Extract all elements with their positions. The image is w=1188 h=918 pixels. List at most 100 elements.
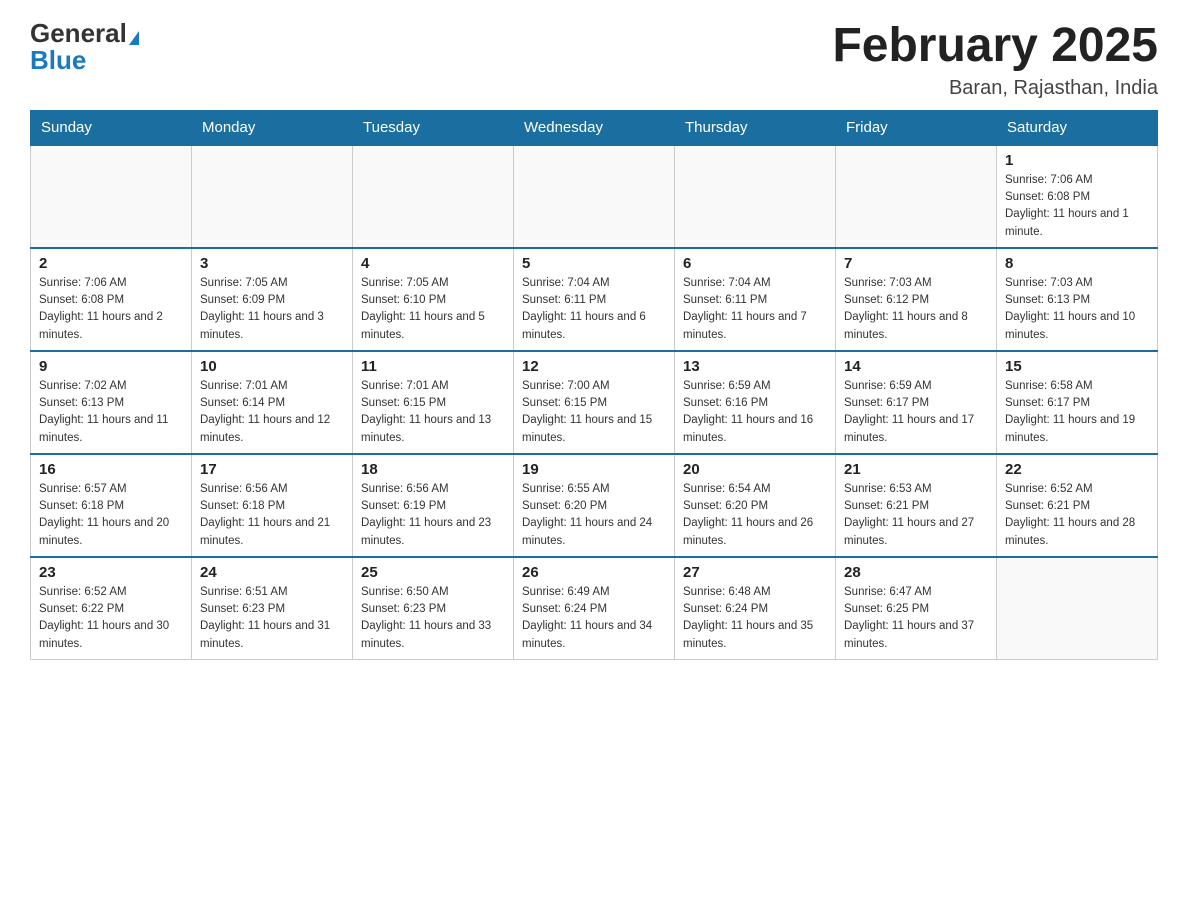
day-info: Sunrise: 6:48 AMSunset: 6:24 PMDaylight:… [683, 584, 827, 653]
calendar-cell [192, 145, 353, 248]
calendar-cell: 3Sunrise: 7:05 AMSunset: 6:09 PMDaylight… [192, 248, 353, 351]
day-number: 20 [683, 461, 827, 478]
day-number: 8 [1005, 255, 1149, 272]
weekday-header-wednesday: Wednesday [514, 110, 675, 145]
logo-top-line: General [30, 20, 139, 47]
day-number: 14 [844, 358, 988, 375]
page-header: General Blue February 2025 Baran, Rajast… [30, 20, 1158, 100]
day-info: Sunrise: 7:05 AMSunset: 6:10 PMDaylight:… [361, 275, 505, 344]
day-number: 23 [39, 564, 183, 581]
weekday-header-tuesday: Tuesday [353, 110, 514, 145]
calendar-cell: 17 Sunrise: 6:56 AMSunset: 6:18 PMDayligh… [192, 454, 353, 557]
day-info: Sunrise: 6:49 AMSunset: 6:24 PMDaylight:… [522, 584, 666, 653]
day-info: Sunrise: 7:03 AMSunset: 6:12 PMDaylight:… [844, 275, 988, 344]
calendar-cell: 7 Sunrise: 7:03 AMSunset: 6:12 PMDaylight… [836, 248, 997, 351]
day-number: 16 [39, 461, 183, 478]
weekday-header-saturday: Saturday [997, 110, 1158, 145]
day-number: 6 [683, 255, 827, 272]
day-number: 21 [844, 461, 988, 478]
weekday-header-friday: Friday [836, 110, 997, 145]
day-info: Sunrise: 7:04 AMSunset: 6:11 PMDaylight:… [683, 275, 827, 344]
week-row-3: 9Sunrise: 7:02 AMSunset: 6:13 PMDaylight… [31, 351, 1158, 454]
calendar-cell: 5Sunrise: 7:04 AMSunset: 6:11 PMDaylight… [514, 248, 675, 351]
day-info: Sunrise: 6:59 AMSunset: 6:16 PMDaylight:… [683, 378, 827, 447]
calendar-cell: 6 Sunrise: 7:04 AMSunset: 6:11 PMDaylight… [675, 248, 836, 351]
calendar-cell: 23Sunrise: 6:52 AMSunset: 6:22 PMDayligh… [31, 557, 192, 660]
day-number: 28 [844, 564, 988, 581]
calendar-cell: 27 Sunrise: 6:48 AMSunset: 6:24 PMDayligh… [675, 557, 836, 660]
day-info: Sunrise: 7:01 AMSunset: 6:14 PMDaylight:… [200, 378, 344, 447]
day-info: Sunrise: 6:50 AMSunset: 6:23 PMDaylight:… [361, 584, 505, 653]
calendar-cell: 8 Sunrise: 7:03 AMSunset: 6:13 PMDaylight… [997, 248, 1158, 351]
calendar-cell: 15 Sunrise: 6:58 AMSunset: 6:17 PMDayligh… [997, 351, 1158, 454]
day-info: Sunrise: 6:58 AMSunset: 6:17 PMDaylight:… [1005, 378, 1149, 447]
calendar-cell: 25 Sunrise: 6:50 AMSunset: 6:23 PMDayligh… [353, 557, 514, 660]
day-number: 17 [200, 461, 344, 478]
day-number: 9 [39, 358, 183, 375]
day-number: 19 [522, 461, 666, 478]
day-info: Sunrise: 6:47 AMSunset: 6:25 PMDaylight:… [844, 584, 988, 653]
calendar-cell: 20 Sunrise: 6:54 AMSunset: 6:20 PMDayligh… [675, 454, 836, 557]
day-number: 5 [522, 255, 666, 272]
calendar-cell: 12 Sunrise: 7:00 AMSunset: 6:15 PMDayligh… [514, 351, 675, 454]
calendar-cell: 9Sunrise: 7:02 AMSunset: 6:13 PMDaylight… [31, 351, 192, 454]
calendar-cell [997, 557, 1158, 660]
day-number: 15 [1005, 358, 1149, 375]
day-number: 10 [200, 358, 344, 375]
day-info: Sunrise: 7:00 AMSunset: 6:15 PMDaylight:… [522, 378, 666, 447]
day-number: 13 [683, 358, 827, 375]
day-info: Sunrise: 6:59 AMSunset: 6:17 PMDaylight:… [844, 378, 988, 447]
logo-blue-text: Blue [30, 45, 86, 75]
day-number: 22 [1005, 461, 1149, 478]
day-info: Sunrise: 7:06 AMSunset: 6:08 PMDaylight:… [1005, 172, 1149, 241]
calendar-cell: 10 Sunrise: 7:01 AMSunset: 6:14 PMDayligh… [192, 351, 353, 454]
calendar-table: SundayMondayTuesdayWednesdayThursdayFrid… [30, 110, 1158, 660]
title-block: February 2025 Baran, Rajasthan, India [832, 20, 1158, 100]
day-number: 4 [361, 255, 505, 272]
weekday-header-sunday: Sunday [31, 110, 192, 145]
day-number: 25 [361, 564, 505, 581]
weekday-header-thursday: Thursday [675, 110, 836, 145]
day-number: 3 [200, 255, 344, 272]
day-number: 18 [361, 461, 505, 478]
day-number: 26 [522, 564, 666, 581]
day-number: 1 [1005, 152, 1149, 169]
day-info: Sunrise: 7:03 AMSunset: 6:13 PMDaylight:… [1005, 275, 1149, 344]
logo: General Blue [30, 20, 139, 74]
calendar-cell: 19 Sunrise: 6:55 AMSunset: 6:20 PMDayligh… [514, 454, 675, 557]
calendar-cell: 18 Sunrise: 6:56 AMSunset: 6:19 PMDayligh… [353, 454, 514, 557]
calendar-cell: 11Sunrise: 7:01 AMSunset: 6:15 PMDayligh… [353, 351, 514, 454]
calendar-cell: 4 Sunrise: 7:05 AMSunset: 6:10 PMDaylight… [353, 248, 514, 351]
day-info: Sunrise: 6:51 AMSunset: 6:23 PMDaylight:… [200, 584, 344, 653]
calendar-cell [514, 145, 675, 248]
calendar-cell: 26 Sunrise: 6:49 AMSunset: 6:24 PMDayligh… [514, 557, 675, 660]
weekday-header-monday: Monday [192, 110, 353, 145]
calendar-cell: 14 Sunrise: 6:59 AMSunset: 6:17 PMDayligh… [836, 351, 997, 454]
day-info: Sunrise: 7:06 AMSunset: 6:08 PMDaylight:… [39, 275, 183, 344]
calendar-cell: 16 Sunrise: 6:57 AMSunset: 6:18 PMDayligh… [31, 454, 192, 557]
logo-general-text: General [30, 18, 127, 48]
weekday-header-row: SundayMondayTuesdayWednesdayThursdayFrid… [31, 110, 1158, 145]
day-info: Sunrise: 6:56 AMSunset: 6:19 PMDaylight:… [361, 481, 505, 550]
day-info: Sunrise: 6:57 AMSunset: 6:18 PMDaylight:… [39, 481, 183, 550]
calendar-cell: 13 Sunrise: 6:59 AMSunset: 6:16 PMDayligh… [675, 351, 836, 454]
week-row-5: 23Sunrise: 6:52 AMSunset: 6:22 PMDayligh… [31, 557, 1158, 660]
week-row-2: 2 Sunrise: 7:06 AMSunset: 6:08 PMDaylight… [31, 248, 1158, 351]
calendar-cell: 21 Sunrise: 6:53 AMSunset: 6:21 PMDayligh… [836, 454, 997, 557]
day-info: Sunrise: 7:01 AMSunset: 6:15 PMDaylight:… [361, 378, 505, 447]
day-info: Sunrise: 6:55 AMSunset: 6:20 PMDaylight:… [522, 481, 666, 550]
day-info: Sunrise: 6:56 AMSunset: 6:18 PMDaylight:… [200, 481, 344, 550]
calendar-title: February 2025 [832, 20, 1158, 73]
day-info: Sunrise: 6:53 AMSunset: 6:21 PMDaylight:… [844, 481, 988, 550]
day-number: 27 [683, 564, 827, 581]
day-number: 7 [844, 255, 988, 272]
calendar-cell: 22Sunrise: 6:52 AMSunset: 6:21 PMDayligh… [997, 454, 1158, 557]
day-number: 12 [522, 358, 666, 375]
logo-triangle-icon [129, 31, 139, 45]
day-number: 24 [200, 564, 344, 581]
day-info: Sunrise: 6:54 AMSunset: 6:20 PMDaylight:… [683, 481, 827, 550]
calendar-cell [675, 145, 836, 248]
calendar-subtitle: Baran, Rajasthan, India [832, 77, 1158, 100]
calendar-cell [836, 145, 997, 248]
day-number: 2 [39, 255, 183, 272]
